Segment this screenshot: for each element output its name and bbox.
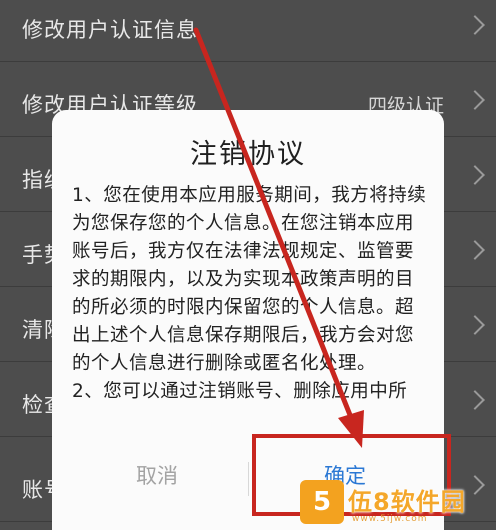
watermark-logo: 5 <box>300 480 344 524</box>
arrow-shaft <box>193 27 355 423</box>
watermark: 5 伍8软件园 www.5ijw.com <box>300 480 496 530</box>
watermark-url: www.5ijw.com <box>352 514 428 524</box>
watermark-text: 伍8软件园 <box>348 488 466 516</box>
